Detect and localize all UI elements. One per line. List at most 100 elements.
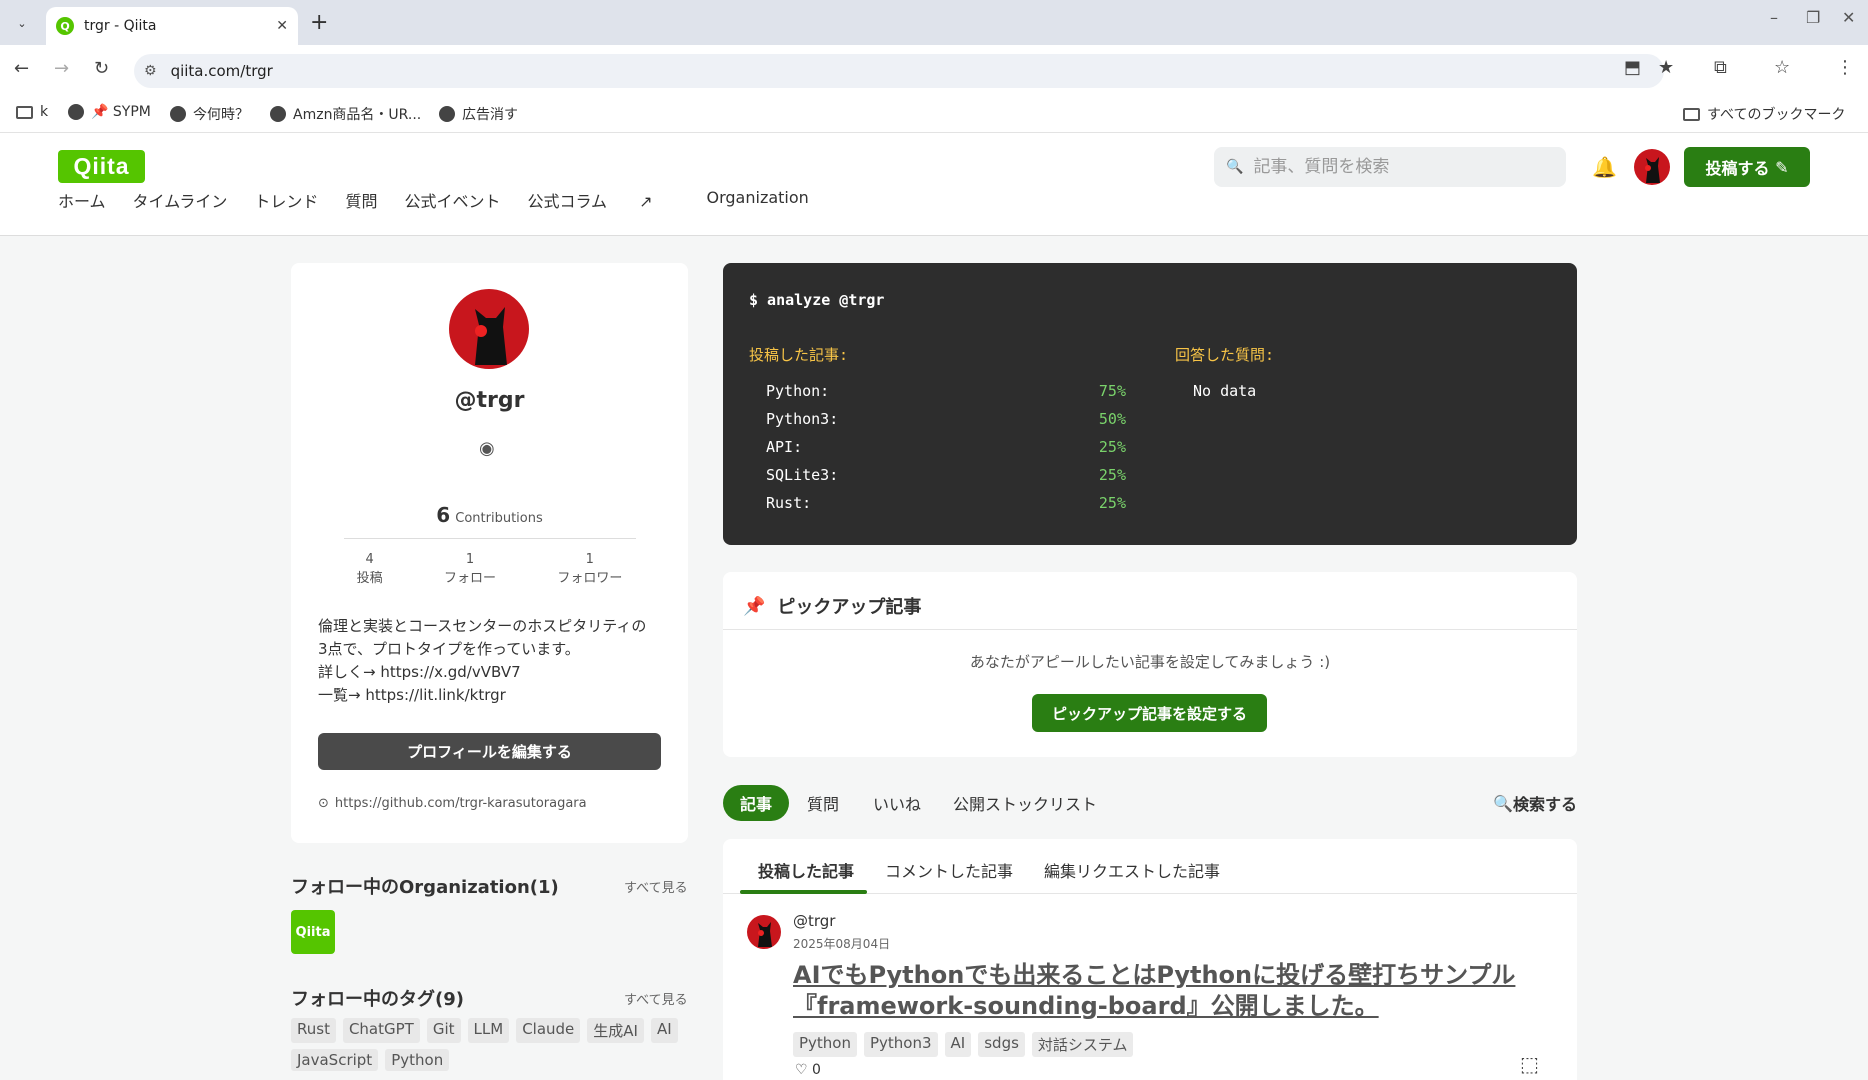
article-tag[interactable]: Python3 — [864, 1032, 938, 1057]
bookmark-amzn[interactable]: Amzn商品名・UR... — [270, 104, 421, 124]
extensions-icon[interactable]: ⧉ — [1714, 57, 1727, 78]
tag-chip[interactable]: AI — [650, 1018, 678, 1043]
search-input[interactable] — [1253, 157, 1544, 177]
stat-posts[interactable]: 4 投稿 — [357, 550, 383, 588]
article-author[interactable]: @trgr — [793, 912, 835, 930]
nav-questions[interactable]: 質問 — [345, 188, 377, 212]
tag-chip[interactable]: LLM — [467, 1018, 510, 1043]
analyze-row-name: Python: — [766, 382, 830, 400]
following-orgs-see-all[interactable]: すべて見る — [624, 877, 688, 896]
edit-profile-button[interactable]: プロフィールを編集する — [318, 733, 661, 770]
article-title-link[interactable]: AIでもPythonでも出来ることはPythonに投げる壁打ちサンプル『fram… — [793, 960, 1553, 1022]
bio-link-line[interactable]: 詳しく→ https://x.gd/vVBV7 — [318, 661, 663, 684]
omnibox[interactable]: ⚙ qiita.com/trgr — [134, 54, 1664, 88]
analyze-row-name: API: — [766, 438, 803, 456]
bookmark-hide-ads[interactable]: 広告消す — [439, 104, 518, 124]
site-info-icon[interactable]: ⚙ — [144, 63, 157, 79]
contributions-count: 6 — [436, 503, 451, 527]
bookmark-now-time[interactable]: 今何時？ — [170, 104, 249, 124]
stock-icon[interactable]: ⬚ — [1520, 1052, 1539, 1076]
back-arrow-icon[interactable]: ← — [14, 58, 29, 79]
install-app-icon[interactable]: ⬒ — [1624, 57, 1641, 78]
tab-likes[interactable]: いいね — [873, 785, 921, 821]
heart-icon: ♡ — [795, 1062, 808, 1078]
nav-trend[interactable]: トレンド — [254, 188, 318, 212]
content-search-link[interactable]: 🔍 検索する — [1493, 785, 1577, 821]
tag-chip[interactable]: 生成AI — [587, 1018, 644, 1043]
analyze-terminal: $ analyze @trgr 投稿した記事: 回答した質問: Python: 7… — [723, 263, 1577, 545]
reading-list-icon[interactable]: ☆ — [1774, 57, 1790, 78]
tag-chip[interactable]: Rust — [291, 1018, 336, 1043]
nav-organization[interactable]: Organization — [707, 188, 809, 212]
qiita-favicon-icon: Q — [56, 17, 74, 35]
article-date: 2025年08月04日 — [793, 937, 891, 951]
tag-chip[interactable]: Python — [385, 1049, 450, 1071]
nav-official-column[interactable]: 公式コラム ↗ — [527, 188, 679, 212]
user-avatar[interactable] — [1634, 149, 1670, 185]
site-search[interactable]: 🔍 — [1214, 147, 1566, 187]
stat-following[interactable]: 1 フォロー — [444, 550, 496, 588]
profile-username: @trgr — [454, 388, 525, 413]
article-tag[interactable]: sdgs — [978, 1032, 1025, 1057]
analyze-row-pct: 25% — [1098, 438, 1126, 456]
tab-close-icon[interactable]: ✕ — [276, 18, 288, 34]
restore-icon[interactable]: ❐ — [1806, 8, 1820, 27]
analyze-row-name: Rust: — [766, 494, 812, 512]
answered-questions-heading: 回答した質問: — [1175, 346, 1275, 364]
bookmark-star-icon[interactable]: ★ — [1658, 57, 1674, 78]
subtab-posted-articles[interactable]: 投稿した記事 — [758, 858, 854, 882]
nav-timeline[interactable]: タイムライン — [133, 188, 228, 212]
rss-feed-icon[interactable]: ◉ — [479, 438, 495, 459]
browser-tab[interactable]: Q trgr - Qiita ✕ — [46, 7, 298, 45]
qiita-logo[interactable]: Qiita — [58, 150, 145, 183]
analyze-row-pct: 25% — [1098, 466, 1126, 484]
new-tab-button[interactable]: + — [310, 10, 328, 35]
url-text[interactable]: qiita.com/trgr — [171, 62, 273, 80]
tab-public-stock-lists[interactable]: 公開ストックリスト — [953, 785, 1097, 821]
tag-chip[interactable]: JavaScript — [291, 1049, 379, 1071]
analyze-row-pct: 50% — [1098, 410, 1126, 428]
folder-icon — [16, 105, 33, 119]
tab-questions[interactable]: 質問 — [807, 785, 839, 821]
nav-official-events[interactable]: 公式イベント — [404, 188, 500, 212]
post-button[interactable]: 投稿する ✎ — [1684, 147, 1810, 187]
article-author-avatar[interactable] — [747, 915, 781, 949]
article-tag[interactable]: Python — [793, 1032, 857, 1057]
bio-line: 3点で、プロトタイプを作っています。 — [318, 640, 580, 658]
github-link[interactable]: ⊙ https://github.com/trgr-karasutoragara — [318, 796, 587, 811]
pencil-icon: ✎ — [1775, 157, 1789, 177]
tab-search-chevron-icon[interactable]: ⌄ — [10, 11, 34, 35]
set-pickup-button[interactable]: ピックアップ記事を設定する — [1032, 694, 1267, 732]
bio-link-line[interactable]: 一覧→ https://lit.link/ktrgr — [318, 684, 663, 707]
stat-label: フォロー — [443, 571, 496, 586]
article-tag[interactable]: 対話システム — [1031, 1032, 1134, 1057]
pickup-title: ピックアップ記事 — [777, 597, 922, 618]
pickup-header: 📌 ピックアップ記事 — [743, 593, 921, 619]
nav-home[interactable]: ホーム — [58, 188, 106, 212]
bookmark-sypm[interactable]: 📌 SYPM — [68, 104, 151, 120]
article-tag[interactable]: AI — [944, 1032, 972, 1057]
reload-icon[interactable]: ↻ — [94, 58, 109, 79]
minimize-icon[interactable]: – — [1770, 8, 1778, 27]
tag-chip[interactable]: ChatGPT — [342, 1018, 420, 1043]
browser-menu-icon[interactable]: ⋮ — [1836, 57, 1854, 78]
notification-bell-icon[interactable]: 🔔 — [1592, 155, 1617, 179]
subtab-commented-articles[interactable]: コメントした記事 — [885, 858, 1013, 882]
tag-chip[interactable]: Git — [426, 1018, 461, 1043]
bookmark-folder-k[interactable]: k — [16, 104, 48, 120]
analyze-row-name: SQLite3: — [766, 466, 839, 484]
github-url: https://github.com/trgr-karasutoragara — [334, 796, 587, 811]
following-tags-see-all[interactable]: すべて見る — [624, 989, 688, 1008]
all-bookmarks-folder[interactable]: すべてのブックマーク — [1683, 104, 1845, 124]
stat-followers[interactable]: 1 フォロワー — [557, 550, 622, 588]
bookmark-label: Amzn商品名・UR... — [293, 107, 422, 123]
bookmark-label: 広告消す — [462, 107, 518, 123]
search-icon: 🔍 — [1493, 793, 1513, 813]
subtab-edit-requested-articles[interactable]: 編集リクエストした記事 — [1044, 858, 1220, 882]
forward-arrow-icon[interactable]: → — [54, 58, 69, 79]
tab-articles[interactable]: 記事 — [723, 785, 790, 821]
answered-no-data: No data — [1193, 382, 1257, 400]
org-qiita-logo[interactable]: Qiita — [291, 910, 335, 954]
window-close-icon[interactable]: ✕ — [1842, 8, 1855, 27]
tag-chip[interactable]: Claude — [516, 1018, 581, 1043]
